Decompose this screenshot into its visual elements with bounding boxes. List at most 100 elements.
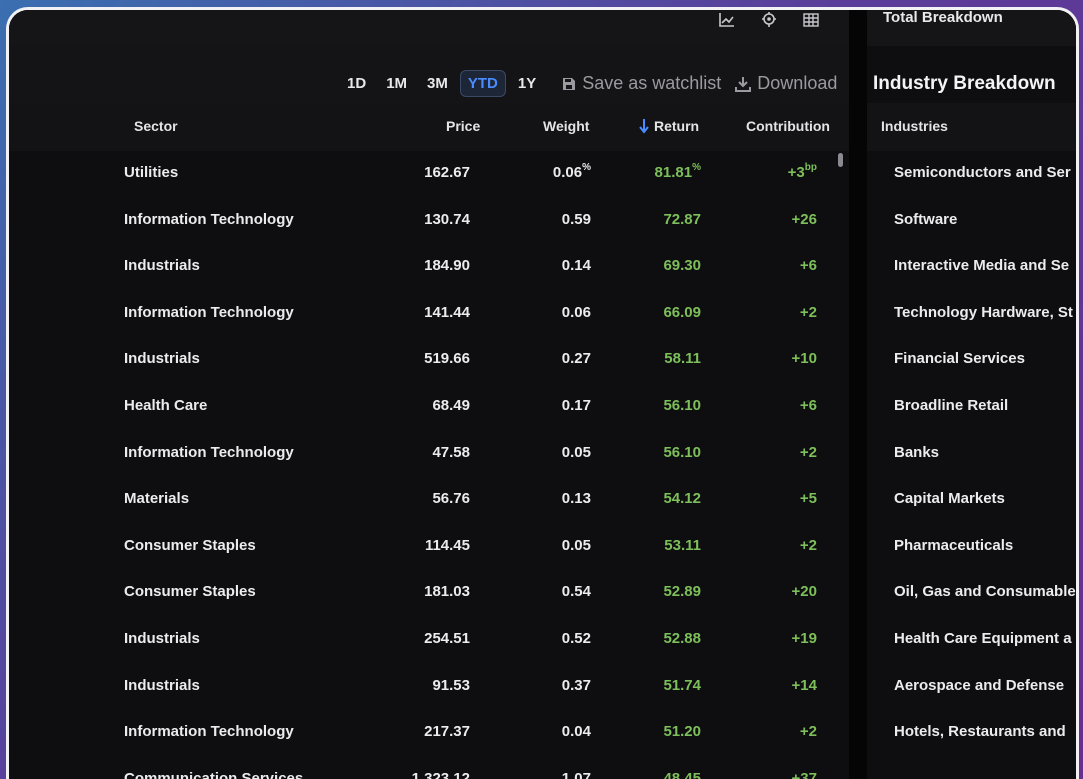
industry-item[interactable]: Technology Hardware, St xyxy=(894,304,1073,321)
industry-item[interactable]: Interactive Media and Se xyxy=(894,257,1069,274)
weight-cell: 0.06% xyxy=(552,162,591,181)
header-contribution[interactable]: Contribution xyxy=(746,118,830,134)
return-cell: 52.89 xyxy=(663,583,701,601)
save-watchlist-label: Save as watchlist xyxy=(582,73,722,93)
price-cell: 68.49 xyxy=(432,397,470,414)
save-icon xyxy=(563,77,576,90)
contribution-cell: +10 xyxy=(791,350,817,368)
table-row[interactable]: Industrials 91.53 0.37 51.74 +14 xyxy=(9,664,841,710)
price-cell: 141.44 xyxy=(424,303,470,321)
right-top-strip: Total Breakdown xyxy=(867,10,1076,46)
price-cell: 56.76 xyxy=(432,490,470,508)
target-icon[interactable] xyxy=(759,12,779,28)
header-price[interactable]: Price xyxy=(446,118,480,134)
table-row[interactable]: Communication Services 1,323.12 1.07 48.45 +… xyxy=(9,757,841,779)
contribution-cell: +3bp xyxy=(787,162,817,181)
panel-divider xyxy=(849,10,867,779)
table-row[interactable]: Industrials 254.51 0.52 52.88 +19 xyxy=(9,617,841,663)
table-row[interactable]: Information Technology 141.44 0.06 66.09 +2 xyxy=(9,291,841,337)
contribution-cell: +2 xyxy=(799,443,817,461)
table-row[interactable]: Industrials 184.90 0.14 69.30 +6 xyxy=(9,244,841,290)
price-cell: 47.58 xyxy=(432,443,470,461)
table-row[interactable]: Health Care 68.49 0.17 56.10 +6 xyxy=(9,384,841,430)
industries-header-label[interactable]: Industries xyxy=(881,118,948,134)
price-cell: 1,323.12 xyxy=(411,769,470,779)
save-watchlist-button[interactable]: Save as watchlist xyxy=(562,73,721,94)
price-cell: 114.45 xyxy=(424,536,470,554)
contribution-cell: +2 xyxy=(799,536,817,554)
scrollbar-thumb[interactable] xyxy=(838,153,843,167)
industries-header: Industries xyxy=(867,103,1076,151)
industry-item[interactable]: Pharmaceuticals xyxy=(894,537,1013,554)
sector-cell: Industrials xyxy=(124,676,200,694)
sector-cell: Consumer Staples xyxy=(124,583,256,601)
sector-cell: Industrials xyxy=(124,350,200,368)
app-window: 1D 1M 3M YTD 1Y Save as watchlist Downlo… xyxy=(6,7,1079,779)
header-weight[interactable]: Weight xyxy=(543,118,589,134)
chart-icon[interactable] xyxy=(717,12,737,28)
weight-cell: 0.14 xyxy=(561,257,591,275)
return-cell: 48.45 xyxy=(663,769,701,779)
contribution-cell: +20 xyxy=(791,583,817,601)
industry-item[interactable]: Hotels, Restaurants and xyxy=(894,723,1066,740)
price-cell: 184.90 xyxy=(424,257,470,275)
return-cell: 51.74 xyxy=(663,676,701,694)
weight-unit: % xyxy=(582,162,591,173)
contribution-cell: +2 xyxy=(799,723,817,741)
industry-item[interactable]: Banks xyxy=(894,444,939,461)
industry-item[interactable]: Financial Services xyxy=(894,350,1025,367)
grid-icon[interactable] xyxy=(801,12,821,28)
weight-cell: 0.06 xyxy=(561,303,591,321)
industry-item[interactable]: Aerospace and Defense xyxy=(894,677,1064,694)
industry-item[interactable]: Software xyxy=(894,211,957,228)
sector-cell: Industrials xyxy=(124,257,200,275)
industry-item[interactable]: Capital Markets xyxy=(894,490,1005,507)
sector-cell: Utilities xyxy=(124,164,179,181)
range-button-3m[interactable]: 3M xyxy=(419,70,456,97)
range-button-1m[interactable]: 1M xyxy=(378,70,415,97)
industry-item[interactable]: Oil, Gas and Consumable xyxy=(894,583,1076,600)
contribution-cell: +37 xyxy=(791,769,817,779)
table-row[interactable]: Information Technology 47.58 0.05 56.10 +2 xyxy=(9,431,841,477)
weight-cell: 0.37 xyxy=(561,676,591,694)
industry-item[interactable]: Health Care Equipment a xyxy=(894,630,1072,647)
sort-down-arrow-icon xyxy=(639,119,649,134)
return-unit: % xyxy=(692,162,701,173)
table-row[interactable]: Utilities 162.67 0.06% 81.81% +3bp xyxy=(9,151,841,197)
sector-cell: Information Technology xyxy=(124,443,294,461)
download-label: Download xyxy=(757,73,838,93)
price-cell: 130.74 xyxy=(424,210,470,228)
table-row[interactable]: Information Technology 130.74 0.59 72.87 +26 xyxy=(9,198,841,244)
header-return-label: Return xyxy=(654,118,700,134)
price-cell: 519.66 xyxy=(424,350,470,368)
download-icon xyxy=(735,76,752,92)
return-cell: 52.88 xyxy=(663,630,701,647)
table-row[interactable]: Consumer Staples 114.45 0.05 53.11 +2 xyxy=(9,524,841,570)
header-sector[interactable]: Sector xyxy=(134,118,178,134)
industry-item[interactable]: Semiconductors and Ser xyxy=(894,164,1071,181)
table-row[interactable]: Information Technology 217.37 0.04 51.20 +2 xyxy=(9,710,841,756)
sector-cell: Consumer Staples xyxy=(124,536,256,554)
header-return[interactable]: Return xyxy=(639,118,699,134)
return-cell: 51.20 xyxy=(663,723,701,741)
industry-item[interactable]: Broadline Retail xyxy=(894,397,1008,414)
top-icon-bar xyxy=(717,12,821,28)
sector-cell: Information Technology xyxy=(124,210,294,228)
range-button-1y[interactable]: 1Y xyxy=(510,70,544,97)
return-cell: 58.11 xyxy=(664,350,701,368)
range-button-1d[interactable]: 1D xyxy=(339,70,374,97)
price-cell: 91.53 xyxy=(432,676,470,694)
table-row[interactable]: Consumer Staples 181.03 0.54 52.89 +20 xyxy=(9,570,841,616)
price-cell: 254.51 xyxy=(424,630,470,647)
price-cell: 181.03 xyxy=(424,583,470,601)
return-cell: 56.10 xyxy=(663,397,701,414)
return-cell: 72.87 xyxy=(663,210,701,228)
weight-cell: 0.04 xyxy=(561,723,591,741)
range-button-ytd[interactable]: YTD xyxy=(459,70,506,97)
table-row[interactable]: Materials 56.76 0.13 54.12 +5 xyxy=(9,477,841,523)
weight-cell: 0.17 xyxy=(561,397,591,414)
return-cell: 53.11 xyxy=(664,536,701,554)
table-row[interactable]: Industrials 519.66 0.27 58.11 +10 xyxy=(9,337,841,383)
download-button[interactable]: Download xyxy=(735,73,837,94)
return-cell: 54.12 xyxy=(663,490,701,508)
